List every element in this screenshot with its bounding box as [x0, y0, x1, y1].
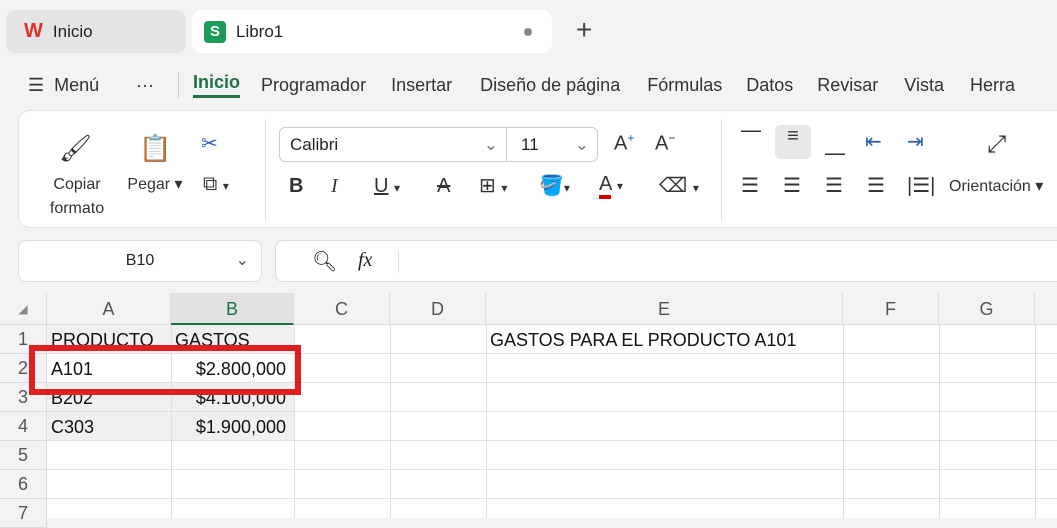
indent-decrease-icon[interactable]: ⇤ [865, 129, 882, 154]
paste-icon: 📋 [139, 133, 172, 163]
menu-tab-vista[interactable]: Vista [904, 75, 944, 96]
copy-icon[interactable]: ⧉ ▾ [203, 173, 229, 196]
row-header-4[interactable]: 4 [0, 412, 47, 441]
cell-b4[interactable]: $1.900,000 [171, 412, 294, 441]
indent-increase-icon[interactable]: ⇥ [907, 129, 924, 154]
bold-button[interactable]: B [289, 175, 303, 198]
more-button[interactable]: ··· [136, 70, 154, 100]
chevron-down-icon: ⌄ [483, 135, 498, 154]
menu-tab-diseno[interactable]: Diseño de página [480, 75, 620, 96]
chevron-down-icon: ⌄ [574, 135, 589, 154]
chevron-down-icon: ⌄ [235, 252, 249, 269]
column-header-b[interactable]: B [171, 293, 294, 325]
zoom-search-icon[interactable]: 🔍︎ [312, 249, 337, 274]
divider [265, 119, 266, 221]
align-bottom-icon[interactable]: ⎽ [825, 133, 845, 156]
column-header-h[interactable] [1035, 293, 1057, 325]
sheets-icon: S [204, 20, 226, 43]
formula-bar[interactable]: 🔍︎ fx [275, 240, 1057, 282]
gridline [47, 469, 1057, 470]
align-right-icon[interactable]: ☰ [825, 173, 843, 198]
menu-tab-programador[interactable]: Programador [261, 75, 366, 96]
menu-tab-formulas[interactable]: Fórmulas [647, 75, 722, 96]
paste-button[interactable]: Pegar ▾ [123, 173, 187, 197]
font-select[interactable]: Calibri ⌄ [279, 127, 507, 162]
font-size-select[interactable]: 11 ⌄ [506, 127, 598, 162]
font-color-icon[interactable]: A ▾ [599, 173, 623, 199]
borders-icon[interactable]: ⊞ ▾ [479, 173, 507, 198]
column-header-g[interactable]: G [939, 293, 1035, 325]
fill-color-icon[interactable]: 🪣▾ [539, 173, 570, 198]
menu-tabs: Inicio Programador Insertar Diseño de pá… [193, 70, 1015, 100]
eraser-icon[interactable]: ⌫ ▾ [659, 173, 699, 198]
distributed-icon[interactable]: |☰| [907, 173, 935, 198]
row-header-5[interactable]: 5 [0, 441, 47, 470]
column-header-f[interactable]: F [843, 293, 939, 325]
justify-icon[interactable]: ☰ [867, 173, 885, 198]
spreadsheet-grid[interactable]: ◢ A B C D E F G 1 2 3 4 5 6 7 PRODUCTO G… [0, 293, 1057, 528]
menu-tab-datos[interactable]: Datos [746, 75, 793, 96]
divider [721, 119, 722, 221]
tab-inicio[interactable]: W Inicio [6, 10, 186, 53]
align-middle-icon[interactable]: ≡ [775, 125, 811, 159]
tab-label: Inicio [52, 21, 93, 41]
menu-tab-herramientas[interactable]: Herra [970, 75, 1015, 96]
format-painter-icon: 🖌 [59, 133, 93, 163]
scissors-icon[interactable]: ✂ [201, 131, 218, 156]
menu-tab-insertar[interactable]: Insertar [391, 75, 452, 96]
fx-icon[interactable]: fx [358, 249, 372, 272]
align-top-icon[interactable]: ⎺ [741, 129, 761, 152]
new-tab-button[interactable]: + [576, 14, 592, 46]
highlight-annotation-box [29, 345, 301, 395]
column-header-e[interactable]: E [486, 293, 843, 325]
gridline [47, 498, 1057, 499]
copy-format-button[interactable]: Copiar formato [39, 173, 115, 221]
decrease-font-icon[interactable]: A− [655, 131, 675, 156]
align-center-icon[interactable]: ☰ [783, 173, 801, 198]
divider [398, 251, 399, 273]
select-all-corner[interactable]: ◢ [0, 293, 47, 325]
column-header-d[interactable]: D [390, 293, 486, 325]
row-header-6[interactable]: 6 [0, 470, 47, 499]
orientation-icon: ⤢ [987, 131, 1007, 158]
underline-button[interactable]: U ▾ [374, 175, 400, 198]
ribbon: 🖌 Copiar formato 📋 Pegar ▾ ✂ ⧉ ▾ Calibri ⌄… [18, 110, 1057, 228]
cell-e1[interactable]: GASTOS PARA EL PRODUCTO A101 [486, 325, 843, 354]
tab-libro1[interactable]: S Libro1 [192, 10, 552, 53]
orientation-button[interactable]: Orientación ▾ [949, 175, 1043, 199]
column-header-a[interactable]: A [47, 293, 171, 325]
menu-tab-revisar[interactable]: Revisar [817, 75, 878, 96]
align-left-icon[interactable]: ☰ [741, 173, 759, 198]
column-header-c[interactable]: C [294, 293, 390, 325]
hamburger-icon: ☰ [28, 74, 45, 95]
tab-label: Libro1 [236, 21, 284, 41]
menu-tab-inicio[interactable]: Inicio [193, 72, 241, 98]
strikethrough-icon[interactable]: A [437, 175, 450, 198]
wps-logo-icon: W [24, 20, 43, 42]
increase-font-icon[interactable]: A+ [614, 131, 634, 156]
cell-a4[interactable]: C303 [47, 412, 171, 441]
unsaved-dot-icon[interactable] [524, 27, 532, 36]
name-box[interactable]: B10 ⌄ [18, 240, 262, 282]
row-header-7[interactable]: 7 [0, 499, 47, 528]
menu-button[interactable]: ☰ Menú [28, 70, 99, 100]
divider [178, 72, 179, 98]
italic-button[interactable]: I [331, 175, 338, 198]
